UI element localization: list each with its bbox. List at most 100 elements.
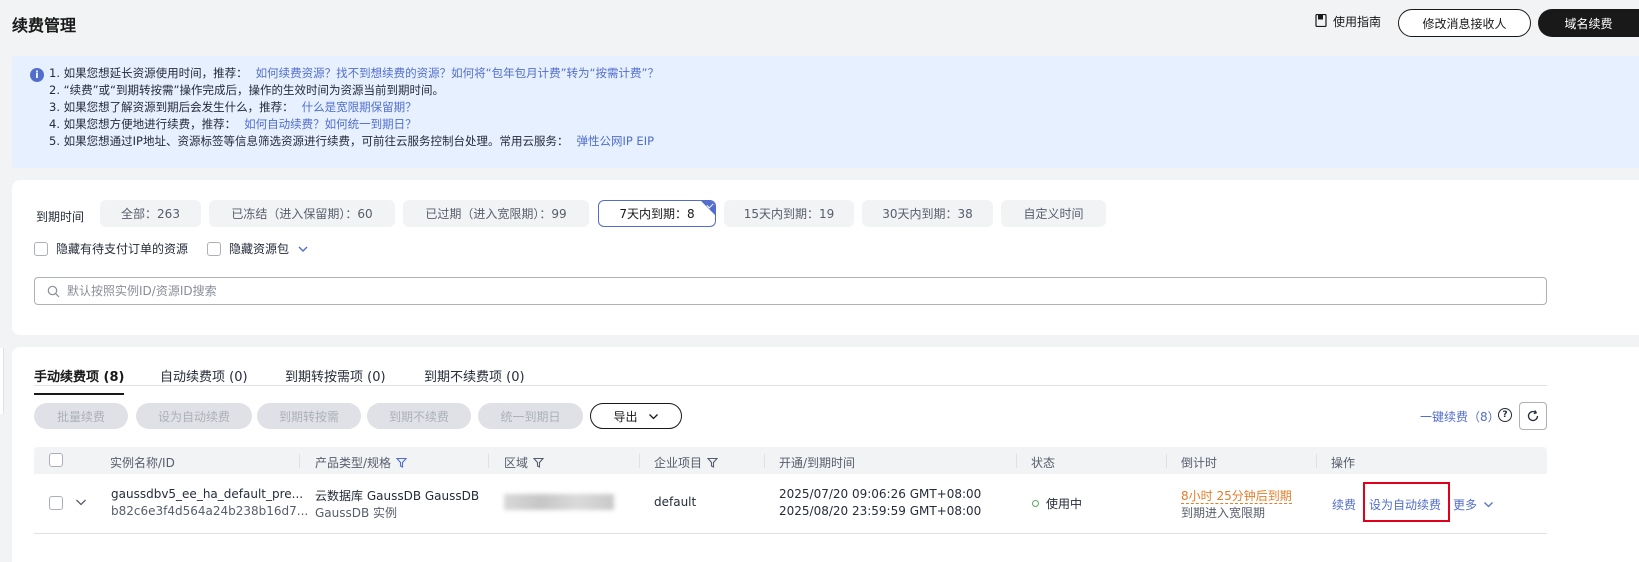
filter-icon[interactable] bbox=[396, 457, 408, 468]
info-notice: i 1. 如果您想延长资源使用时间，推荐： 如何续费资源？找不到想续费的资源？如何… bbox=[12, 56, 1639, 168]
col-instance-name: 实例名称/ID bbox=[110, 456, 175, 470]
user-guide-link[interactable]: 使用指南 bbox=[1315, 13, 1381, 30]
notice-line-4: 4. 如果您想方便地进行续费，推荐： 如何自动续费？如何统一到期日？ bbox=[49, 117, 417, 131]
set-auto-renew-button[interactable]: 设为自动续费 bbox=[136, 403, 252, 429]
column-divider bbox=[764, 454, 765, 468]
export-button[interactable]: 导出 bbox=[590, 403, 682, 429]
status-badge: 使用中 bbox=[1032, 495, 1082, 512]
column-divider bbox=[1166, 454, 1167, 468]
renew-link[interactable]: 续费 bbox=[1332, 496, 1356, 513]
hide-packages-option[interactable]: 隐藏资源包 bbox=[207, 240, 309, 257]
side-collapse-handle[interactable] bbox=[0, 348, 4, 414]
tab-no-renew[interactable]: 到期不续费项 (0) bbox=[424, 366, 525, 385]
tab-to-on-demand[interactable]: 到期转按需项 (0) bbox=[285, 366, 386, 385]
chevron-down-icon[interactable] bbox=[75, 496, 87, 508]
column-divider bbox=[299, 454, 300, 468]
product-spec: GaussDB 实例 bbox=[315, 506, 398, 520]
chip-all[interactable]: 全部：263 bbox=[100, 200, 201, 227]
selected-check-icon bbox=[701, 201, 715, 215]
search-box[interactable] bbox=[34, 277, 1547, 305]
filter-icon[interactable] bbox=[707, 457, 719, 468]
row-checkbox[interactable] bbox=[49, 496, 63, 510]
notice-line-5: 5. 如果您想通过IP地址、资源标签等信息筛选资源进行续费，可前往云服务控制台处… bbox=[49, 134, 655, 148]
expire-time: 2025/08/20 23:59:59 GMT+08:00 bbox=[779, 504, 982, 518]
countdown-text: 8小时 25分钟后到期 bbox=[1181, 489, 1292, 504]
chip-15-days[interactable]: 15天内到期：19 bbox=[724, 200, 854, 227]
hide-packages-checkbox[interactable] bbox=[207, 241, 221, 256]
countdown[interactable]: 8小时 25分钟后到期 bbox=[1181, 487, 1292, 504]
col-operations: 操作 bbox=[1331, 456, 1356, 470]
highlight-box bbox=[1363, 482, 1450, 522]
batch-renew-button[interactable]: 批量续费 bbox=[34, 403, 128, 429]
modify-receiver-button[interactable]: 修改消息接收人 bbox=[1398, 9, 1531, 37]
search-icon bbox=[47, 285, 60, 297]
more-label: 更多 bbox=[1453, 498, 1478, 512]
chip-expired[interactable]: 已过期（进入宽限期）：99 bbox=[403, 200, 589, 227]
filter-icon[interactable] bbox=[533, 457, 545, 468]
user-guide-label: 使用指南 bbox=[1333, 15, 1382, 29]
table-header: 实例名称/ID 产品类型/规格 区域 企业项目 开通/到期时间 状态 倒计时 操… bbox=[34, 447, 1547, 474]
renewal-tabs: 手动续费项 (8) 自动续费项 (0) 到期转按需项 (0) 到期不续费项 (0… bbox=[34, 353, 1547, 395]
to-on-demand-button[interactable]: 到期转按需 bbox=[257, 403, 361, 429]
more-dropdown[interactable]: 更多 bbox=[1453, 496, 1494, 513]
one-click-renew-link[interactable]: 一键续费（8） bbox=[1420, 408, 1500, 425]
countdown-note: 到期进入宽限期 bbox=[1181, 506, 1266, 520]
notice-line-1: 1. 如果您想延长资源使用时间，推荐： 如何续费资源？找不到想续费的资源？如何将“… bbox=[49, 66, 659, 80]
chevron-down-icon bbox=[648, 413, 658, 419]
chip-custom-time[interactable]: 自定义时间 bbox=[1001, 200, 1106, 227]
no-renew-button[interactable]: 到期不续费 bbox=[367, 403, 471, 429]
notice-link-grace-period[interactable]: 什么是宽限期保留期？ bbox=[302, 100, 417, 114]
instance-name[interactable]: gaussdbv5_ee_ha_default_pre... bbox=[111, 487, 303, 501]
chevron-down-icon bbox=[1484, 502, 1493, 508]
product-type: 云数据库 GaussDB GaussDB bbox=[315, 489, 480, 503]
chip-30-days[interactable]: 30天内到期：38 bbox=[862, 200, 993, 227]
column-divider bbox=[488, 454, 489, 468]
refresh-button[interactable] bbox=[1519, 402, 1547, 430]
col-open-expire-time: 开通/到期时间 bbox=[779, 456, 856, 470]
unify-expiry-button[interactable]: 统一到期日 bbox=[478, 403, 583, 429]
col-region: 区域 bbox=[504, 454, 545, 471]
status-label: 使用中 bbox=[1046, 497, 1083, 511]
notice-link-eip[interactable]: 弹性公网IP EIP bbox=[576, 134, 654, 148]
hide-pending-orders-checkbox[interactable] bbox=[34, 241, 48, 256]
hide-pending-orders-option[interactable]: 隐藏有待支付订单的资源 bbox=[34, 240, 188, 257]
hide-pending-orders-label: 隐藏有待支付订单的资源 bbox=[56, 242, 189, 256]
col-status: 状态 bbox=[1031, 456, 1056, 470]
search-input[interactable] bbox=[67, 284, 1527, 298]
instance-id: b82c6e3f4d564a24b238b16d7... bbox=[111, 504, 309, 518]
notice-link-auto-renew[interactable]: 如何自动续费？如何统一到期日？ bbox=[244, 117, 417, 131]
filter-panel: 到期时间 全部：263 已冻结（进入保留期）：60 已过期（进入宽限期）：99 … bbox=[12, 180, 1639, 335]
column-divider bbox=[639, 454, 640, 468]
export-label: 导出 bbox=[613, 409, 638, 424]
hide-packages-label: 隐藏资源包 bbox=[229, 242, 290, 256]
open-time: 2025/07/20 09:06:26 GMT+08:00 bbox=[779, 487, 982, 501]
info-icon: i bbox=[30, 68, 44, 82]
notice-line-3: 3. 如果您想了解资源到期后会发生什么，推荐： 什么是宽限期保留期？ bbox=[49, 100, 417, 114]
region-redacted bbox=[504, 494, 614, 510]
col-countdown: 倒计时 bbox=[1181, 456, 1218, 470]
select-all-checkbox[interactable] bbox=[49, 453, 63, 467]
page-title: 续费管理 bbox=[12, 16, 77, 35]
table-row: gaussdbv5_ee_ha_default_pre... b82c6e3f4… bbox=[34, 474, 1547, 534]
domain-renew-button[interactable]: 域名续费 bbox=[1538, 9, 1639, 37]
chip-7-days[interactable]: 7天内到期：8 bbox=[598, 200, 716, 227]
top-bar: 续费管理 使用指南 修改消息接收人 域名续费 bbox=[0, 0, 1639, 48]
notice-link-renew-howto[interactable]: 如何续费资源？找不到想续费的资源？如何将“包年包月计费”转为“按需计费”？ bbox=[256, 66, 659, 80]
document-icon bbox=[1315, 13, 1327, 30]
resource-list-panel: 手动续费项 (8) 自动续费项 (0) 到期转按需项 (0) 到期不续费项 (0… bbox=[12, 347, 1639, 562]
tab-manual-renew[interactable]: 手动续费项 (8) bbox=[34, 366, 125, 395]
col-enterprise-project: 企业项目 bbox=[654, 454, 719, 471]
expiry-filter-label: 到期时间 bbox=[36, 210, 85, 224]
chevron-down-icon[interactable] bbox=[297, 243, 309, 255]
enterprise-project: default bbox=[654, 495, 697, 509]
status-dot-icon bbox=[1032, 500, 1039, 507]
column-divider bbox=[1316, 454, 1317, 468]
chip-7-days-label: 7天内到期：8 bbox=[619, 207, 695, 221]
notice-line-2: 2. “续费”或“到期转按需”操作完成后，操作的生效时间为资源当前到期时间。 bbox=[49, 83, 444, 97]
refresh-icon bbox=[1527, 410, 1539, 422]
chip-frozen[interactable]: 已冻结（进入保留期）：60 bbox=[209, 200, 395, 227]
column-divider bbox=[1016, 454, 1017, 468]
tab-auto-renew[interactable]: 自动续费项 (0) bbox=[160, 366, 248, 385]
help-icon[interactable]: ? bbox=[1498, 408, 1512, 422]
col-product-type: 产品类型/规格 bbox=[315, 454, 408, 471]
